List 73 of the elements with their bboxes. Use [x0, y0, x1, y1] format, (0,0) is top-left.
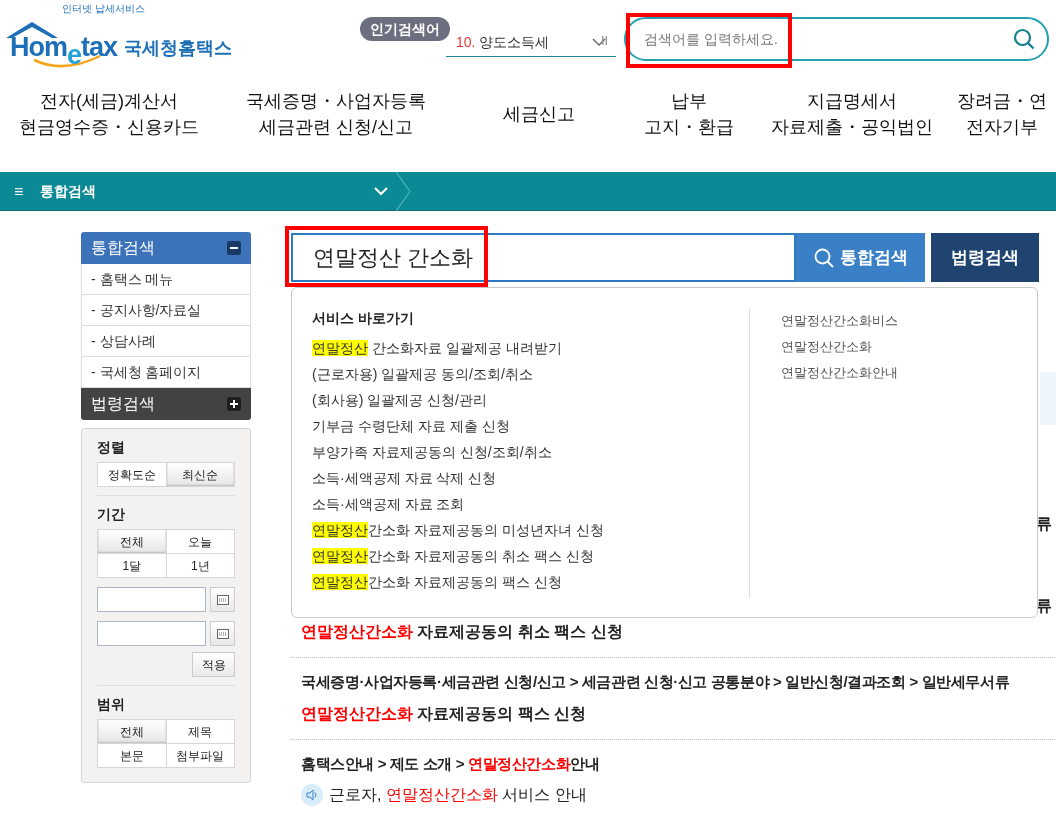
- nav-link[interactable]: 전자(세금)계산서: [40, 88, 178, 114]
- nav-link[interactable]: 자료제출・공익법인: [771, 114, 933, 140]
- calendar-icon[interactable]: [210, 621, 235, 646]
- filter-option[interactable]: 본문: [98, 744, 167, 768]
- filter-option[interactable]: 정확도순: [98, 463, 167, 487]
- nav-link[interactable]: 세금관련 신청/신고: [259, 114, 413, 140]
- filter-title: 기간: [97, 505, 126, 524]
- sidebar-item[interactable]: - 공지사항/자료실: [81, 295, 251, 326]
- sidebar-item[interactable]: - 상담사례: [81, 326, 251, 357]
- suggestion-item[interactable]: (회사용) 일괄제공 신청/관리: [312, 387, 749, 413]
- search-field[interactable]: 연말정산 간소화: [291, 233, 796, 282]
- result-text: 류: [1036, 596, 1052, 616]
- search-button[interactable]: 통합검색: [796, 233, 925, 282]
- sidebar-item[interactable]: - 홈택스 메뉴: [81, 264, 251, 295]
- site-name: 국세청홈택스: [124, 37, 232, 60]
- filter-option[interactable]: 첨부파일: [166, 744, 235, 768]
- sidebar-header[interactable]: 통합검색: [81, 232, 251, 264]
- suggestion-item[interactable]: 연말정산간소화 자료제공동의 미성년자녀 신청: [312, 517, 749, 543]
- keyword-suggestion[interactable]: 연말정산간소화비스: [781, 309, 898, 335]
- search-icon[interactable]: [1013, 28, 1035, 50]
- law-search-button[interactable]: 법령검색: [931, 233, 1039, 282]
- nav-link[interactable]: 전자기부: [966, 114, 1038, 140]
- apply-button[interactable]: 적용: [192, 652, 235, 677]
- suggestion-item[interactable]: 연말정산간소화 자료제공동의 취소 팩스 신청: [312, 543, 749, 569]
- menu-title: 통합검색: [40, 182, 96, 201]
- nav-link[interactable]: 세금신고: [503, 101, 575, 127]
- result-path: 홈택스안내 > 제도 소개 > 연말정산간소화안내: [301, 753, 601, 774]
- nav-link[interactable]: 지급명세서: [807, 88, 897, 114]
- result-title[interactable]: 연말정산간소화 자료제공동의 취소 팩스 신청: [301, 620, 1056, 644]
- keyword-suggestion[interactable]: 연말정산간소화안내: [781, 361, 898, 387]
- filter-title: 범위: [97, 695, 126, 714]
- filter-option[interactable]: 오늘: [166, 530, 235, 554]
- search-field[interactable]: 검색어를 입력하세요.: [624, 17, 1049, 61]
- expand-icon[interactable]: [227, 397, 241, 411]
- date-field[interactable]: [97, 587, 206, 612]
- search-icon: [813, 247, 834, 268]
- pause-button[interactable]: II: [601, 31, 609, 51]
- nav-link[interactable]: 현금영수증・신용카드: [19, 114, 199, 140]
- suggestion-item[interactable]: 연말정산 간소화자료 일괄제공 내려받기: [312, 335, 749, 361]
- nav-link[interactable]: 장려금・연: [957, 88, 1047, 114]
- filter-option[interactable]: 제목: [166, 720, 235, 744]
- suggestion-item[interactable]: 소득·세액공제 자료 삭제 신청: [312, 465, 749, 491]
- chevron-down-icon[interactable]: [592, 37, 606, 47]
- filter-option[interactable]: 최신순: [166, 463, 235, 487]
- collapse-icon[interactable]: [227, 241, 241, 255]
- menu-icon[interactable]: ≡: [14, 180, 24, 204]
- filter-option[interactable]: 전체: [98, 720, 167, 744]
- nav-link[interactable]: 납부: [671, 88, 707, 114]
- sidebar-header[interactable]: 법령검색: [81, 388, 251, 420]
- popular-label: 인기검색어: [360, 17, 450, 41]
- filter-option[interactable]: 1년: [166, 554, 235, 578]
- suggestion-heading: 서비스 바로가기: [312, 309, 415, 328]
- filter-option[interactable]: 전체: [98, 530, 167, 554]
- filter-option[interactable]: 1달: [98, 554, 167, 578]
- result-summary: 근로자, 연말정산간소화 서비스 안내: [329, 785, 587, 805]
- keyword-suggestion[interactable]: 연말정산간소화: [781, 335, 898, 361]
- nav-link[interactable]: 국세증명・사업자등록: [246, 88, 426, 114]
- result-text: 류: [1036, 514, 1052, 534]
- speaker-icon[interactable]: [301, 784, 323, 806]
- bar-divider: [396, 172, 412, 211]
- result-path: 국세증명·사업자등록·세금관련 신청/신고 > 세금관련 신청·신고 공통분야 > 일반신청/결과조회 > 일반세무서류: [301, 672, 1011, 692]
- logo-tagline: 인터넷 납세서비스: [62, 3, 145, 15]
- suggestion-item[interactable]: 부양가족 자료제공동의 신청/조회/취소: [312, 439, 749, 465]
- result-title[interactable]: 연말정산간소화 자료제공동의 팩스 신청: [301, 701, 1056, 726]
- nav-link[interactable]: 고지・환급: [644, 114, 734, 140]
- hometax-logo[interactable]: Hometax: [4, 16, 120, 72]
- calendar-icon[interactable]: [210, 587, 235, 612]
- suggestion-item[interactable]: 소득·세액공제 자료 조회: [312, 491, 749, 517]
- suggestion-item[interactable]: 연말정산간소화 자료제공동의 팩스 신청: [312, 569, 749, 595]
- suggestion-item[interactable]: 기부금 수령단체 자료 제출 신청: [312, 413, 749, 439]
- suggestion-item[interactable]: (근로자용) 일괄제공 동의/조회/취소: [312, 361, 749, 387]
- date-field[interactable]: [97, 621, 206, 646]
- filter-title: 정렬: [97, 438, 126, 457]
